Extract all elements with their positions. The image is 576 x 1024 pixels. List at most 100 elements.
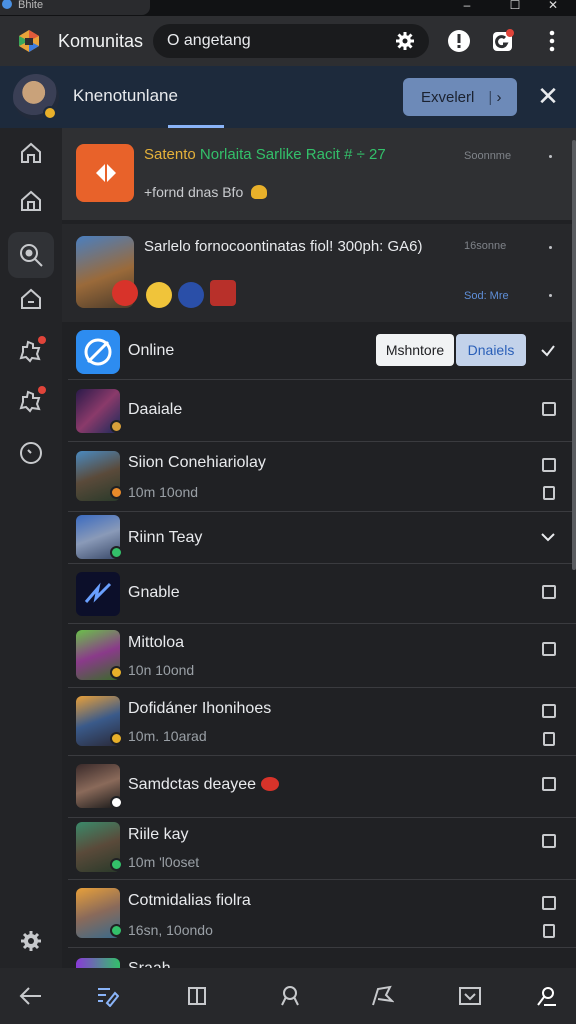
list-item[interactable]: Riile kay 10m 'l0oset	[68, 818, 576, 880]
list-item[interactable]: Mittoloa 10n 10ond	[68, 624, 576, 688]
app-toolbar: Komunitas	[0, 16, 576, 66]
list-item-name: Sraah	[128, 960, 171, 968]
bookmark-icon[interactable]	[542, 896, 556, 910]
inbox-icon[interactable]	[457, 984, 483, 1008]
segment-right[interactable]: Dnaiels	[456, 334, 526, 366]
checkbox[interactable]	[542, 777, 556, 791]
game-icon	[76, 572, 120, 616]
list-item[interactable]: Dofidáner Ihonihoes 10m. 10arad	[68, 688, 576, 756]
status-badge	[110, 858, 123, 871]
list-item[interactable]: Sraah	[68, 948, 576, 968]
window-title: Bhite	[0, 0, 150, 15]
search-icon[interactable]	[8, 232, 54, 278]
list-item-name: Riile kay	[128, 826, 189, 843]
unread-dot	[38, 386, 46, 394]
more-icon[interactable]	[549, 155, 552, 158]
list-item-name: Cotmidalias fiolra	[128, 892, 251, 909]
notification-meta: 16sonne	[464, 240, 507, 252]
notification-meta: Soonnme	[464, 150, 512, 162]
list-item[interactable]: Cotmidalias fiolra 16sn, 10ondo	[68, 880, 576, 948]
settings-gear-icon[interactable]	[8, 918, 54, 964]
notification-card[interactable]: Sarlelo fornocoontinatas fiol! 300ph: GA…	[62, 224, 576, 322]
edit-icon[interactable]	[94, 984, 120, 1008]
profile-icon[interactable]	[534, 984, 560, 1008]
list-item-name: Dofidáner Ihonihoes	[128, 700, 272, 717]
status-badge	[110, 486, 123, 499]
online-icon	[76, 330, 120, 374]
status-badge	[110, 666, 123, 679]
list-item-time: 10m 10ond	[128, 484, 199, 500]
community-icon[interactable]	[277, 984, 303, 1008]
puzzle-alt-icon[interactable]	[8, 378, 54, 424]
list-item-name: Riinn Teay	[128, 529, 203, 546]
app-icon	[76, 144, 134, 202]
list-item[interactable]: Siion Conehiariolay 10m 10ond	[68, 442, 576, 512]
expand-arrow: ›	[496, 88, 502, 106]
emoji-icon	[146, 282, 172, 308]
window-titlebar: Bhite – ☐ ✕	[0, 0, 576, 16]
trophy-icon	[251, 185, 268, 199]
checkbox[interactable]	[542, 834, 556, 848]
maximize-button[interactable]: ☐	[500, 0, 530, 14]
house-icon[interactable]	[8, 276, 54, 322]
gear-icon[interactable]	[395, 31, 415, 51]
segment-left[interactable]: Mshntore	[376, 334, 454, 366]
app-logo-icon	[19, 30, 39, 52]
notifications-icon[interactable]	[491, 28, 515, 54]
badge-icon	[178, 282, 204, 308]
chevron-down-icon[interactable]	[540, 344, 556, 358]
flag-icon[interactable]	[369, 984, 395, 1008]
chevron-right-icon: |	[488, 88, 497, 106]
delete-icon[interactable]	[543, 732, 555, 746]
delete-icon[interactable]	[543, 486, 555, 500]
search-input[interactable]	[167, 30, 377, 52]
checkbox[interactable]	[542, 642, 556, 656]
bookmark-icon[interactable]	[542, 704, 556, 718]
clock-icon[interactable]	[8, 430, 54, 476]
checkbox[interactable]	[542, 402, 556, 416]
search-box[interactable]	[153, 24, 429, 58]
home-alt-icon[interactable]	[8, 178, 54, 224]
list-item-time: 10m 'l0oset	[128, 854, 200, 870]
list-item-name: Samdctas deayee	[128, 776, 279, 794]
status-badge	[110, 924, 123, 937]
scrollbar[interactable]	[572, 140, 576, 570]
delete-icon[interactable]	[543, 924, 555, 938]
list-item-name: Gnable	[128, 584, 180, 601]
list-item[interactable]: Gnable	[68, 564, 576, 624]
home-icon[interactable]	[8, 130, 54, 176]
notification-card[interactable]: Satento Norlaita Sarlike Racit # ÷ 27 +f…	[62, 128, 576, 220]
minimize-button[interactable]: –	[452, 0, 482, 14]
list-item[interactable]: Samdctas deayee	[68, 756, 576, 818]
game-icon	[76, 958, 120, 968]
list-item[interactable]: Riinn Teay	[68, 512, 576, 564]
chevron-down-icon[interactable]	[540, 532, 556, 542]
main-content: Satento Norlaita Sarlike Racit # ÷ 27 +f…	[62, 128, 576, 968]
online-label: Online	[128, 342, 175, 359]
close-panel-button[interactable]: ✕	[534, 82, 562, 110]
notification-subtitle: +fornd dnas Bfo	[144, 184, 268, 200]
avatar-badge	[43, 106, 57, 120]
checkbox[interactable]	[542, 585, 556, 599]
status-badge	[110, 420, 123, 433]
back-icon[interactable]	[18, 984, 44, 1008]
sidebar	[0, 128, 62, 968]
alert-icon[interactable]	[447, 28, 471, 54]
expand-button[interactable]: Exvelerl | ›	[403, 78, 517, 116]
more-icon[interactable]	[549, 246, 552, 249]
flag-icon	[210, 280, 236, 306]
online-row: Online Mshntore Dnaiels	[68, 324, 576, 380]
list-item[interactable]: Daaiale	[68, 380, 576, 442]
more-icon[interactable]	[549, 294, 552, 297]
close-window-button[interactable]: ✕	[538, 0, 568, 14]
status-badge	[110, 546, 123, 559]
bookmark-icon[interactable]	[542, 458, 556, 472]
notification-title: Sarlelo fornocoontinatas fiol! 300ph: GA…	[144, 238, 423, 255]
more-menu-icon[interactable]	[540, 28, 564, 54]
puzzle-icon[interactable]	[8, 328, 54, 374]
list-item-time: 10n 10ond	[128, 662, 195, 678]
notification-meta: Sod: Mre	[464, 290, 509, 302]
book-icon[interactable]	[184, 984, 210, 1008]
list-item-name: Mittoloa	[128, 634, 185, 651]
page-title: Knenotunlane	[73, 86, 178, 105]
